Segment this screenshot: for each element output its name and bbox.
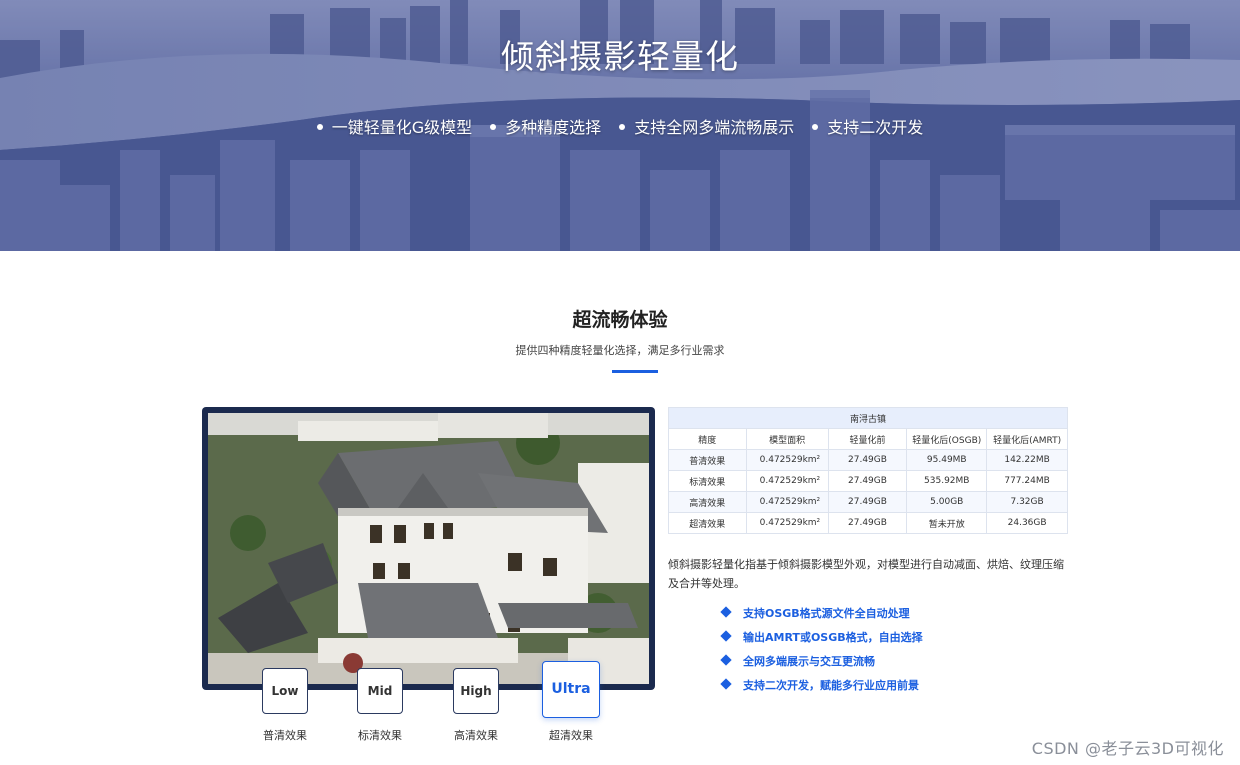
- hero-feature-item: 多种精度选择: [490, 114, 601, 138]
- feature-bullet-item: 全网多端展示与交互更流畅: [720, 652, 923, 676]
- table-row: 普清效果 0.472529km² 27.49GB 95.49MB 142.22M…: [668, 449, 1068, 471]
- diamond-icon: [720, 654, 732, 666]
- diamond-icon: [720, 630, 732, 642]
- title-underline: [612, 370, 658, 373]
- table-cell: 0.472529km²: [745, 470, 829, 492]
- feature-bullet-list: 支持OSGB格式源文件全自动处理 输出AMRT或OSGB格式，自由选择 全网多端…: [720, 604, 923, 700]
- table-header-cell: 模型面积: [745, 428, 829, 450]
- hero-title: 倾斜摄影轻量化: [501, 37, 739, 76]
- hero-feature-item: 支持二次开发: [812, 114, 923, 138]
- section-subtitle: 提供四种精度轻量化选择，满足多行业需求: [515, 344, 725, 357]
- level-button-high[interactable]: High: [453, 668, 499, 714]
- watermark-text: CSDN @老子云3D可视化: [1031, 739, 1224, 758]
- bullet-dot-icon: [490, 123, 497, 130]
- table-header-cell: 轻量化前: [827, 428, 908, 450]
- model-preview-viewer[interactable]: [202, 407, 655, 690]
- hero-banner: 倾斜摄影轻量化 一键轻量化G级模型 多种精度选择 支持全网多端流畅展示 支持二次…: [0, 0, 1240, 251]
- section-title: 超流畅体验: [572, 309, 668, 331]
- bullet-dot-icon: [812, 123, 819, 130]
- level-caption: 高清效果: [454, 729, 498, 742]
- oblique-photography-model-image: [208, 413, 649, 684]
- bullet-dot-icon: [619, 123, 626, 130]
- hero-feature-item: 支持全网多端流畅展示: [619, 114, 794, 138]
- table-cell: 7.32GB: [986, 491, 1068, 513]
- feature-bullet-item: 输出AMRT或OSGB格式，自由选择: [720, 628, 923, 652]
- level-button-low[interactable]: Low: [262, 668, 308, 714]
- level-caption: 普清效果: [263, 729, 307, 742]
- table-cell: 超清效果: [668, 512, 747, 534]
- table-cell: 27.49GB: [827, 491, 908, 513]
- table-cell: 高清效果: [668, 491, 747, 513]
- table-cell: 5.00GB: [906, 491, 988, 513]
- table-caption: 南浔古镇: [668, 407, 1068, 429]
- bullet-dot-icon: [316, 123, 323, 130]
- table-cell: 标清效果: [668, 470, 747, 492]
- table-cell: 27.49GB: [827, 449, 908, 471]
- table-cell: 27.49GB: [827, 470, 908, 492]
- table-cell: 0.472529km²: [745, 491, 829, 513]
- level-button-mid[interactable]: Mid: [357, 668, 403, 714]
- table-header-row: 精度 模型面积 轻量化前 轻量化后(OSGB) 轻量化后(AMRT): [668, 428, 1068, 450]
- table-cell: 535.92MB: [906, 470, 988, 492]
- table-cell: 95.49MB: [906, 449, 988, 471]
- table-row: 超清效果 0.472529km² 27.49GB 暂未开放 24.36GB: [668, 512, 1068, 534]
- diamond-icon: [720, 606, 732, 618]
- level-caption: 标清效果: [358, 729, 402, 742]
- feature-bullet-item: 支持二次开发，赋能多行业应用前景: [720, 676, 923, 700]
- hero-feature-list: 一键轻量化G级模型 多种精度选择 支持全网多端流畅展示 支持二次开发: [0, 114, 1240, 138]
- spec-table: 南浔古镇 精度 模型面积 轻量化前 轻量化后(OSGB) 轻量化后(AMRT) …: [668, 407, 1068, 534]
- table-cell: 777.24MB: [986, 470, 1068, 492]
- feature-bullet-item: 支持OSGB格式源文件全自动处理: [720, 604, 923, 628]
- diamond-icon: [720, 678, 732, 690]
- table-header-cell: 轻量化后(AMRT): [986, 428, 1068, 450]
- level-button-ultra[interactable]: Ultra: [542, 661, 600, 718]
- table-cell: 0.472529km²: [745, 449, 829, 471]
- level-caption: 超清效果: [549, 729, 593, 742]
- table-cell: 142.22MB: [986, 449, 1068, 471]
- table-header-cell: 精度: [668, 428, 747, 450]
- hero-feature-item: 一键轻量化G级模型: [316, 114, 472, 138]
- table-row: 标清效果 0.472529km² 27.49GB 535.92MB 777.24…: [668, 470, 1068, 492]
- description-text: 倾斜摄影轻量化指基于倾斜摄影模型外观，对模型进行自动减面、烘焙、纹理压缩及合并等…: [668, 558, 1064, 590]
- table-header-cell: 轻量化后(OSGB): [906, 428, 988, 450]
- table-row: 高清效果 0.472529km² 27.49GB 5.00GB 7.32GB: [668, 491, 1068, 513]
- table-cell: 暂未开放: [906, 512, 988, 534]
- table-cell: 27.49GB: [827, 512, 908, 534]
- table-cell: 普清效果: [668, 449, 747, 471]
- table-cell: 24.36GB: [986, 512, 1068, 534]
- table-cell: 0.472529km²: [745, 512, 829, 534]
